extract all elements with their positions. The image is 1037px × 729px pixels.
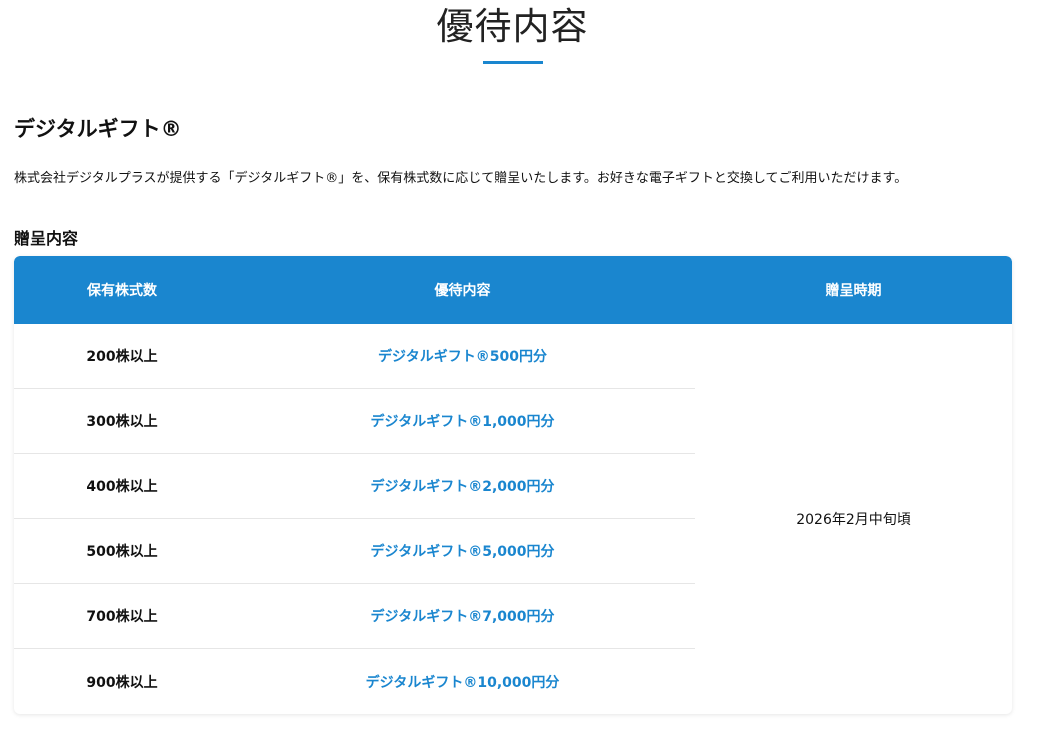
table-header: 保有株式数 優待内容 贈呈時期 [14, 256, 1012, 324]
table-row: 300株以上 デジタルギフト®1,000円分 [14, 389, 695, 454]
page-title: 優待内容 [436, 5, 589, 48]
benefit-cell: デジタルギフト®1,000円分 [370, 414, 555, 430]
shares-cell: 400株以上 [86, 479, 158, 495]
shares-cell: 500株以上 [86, 544, 158, 560]
title-underline [483, 61, 543, 64]
header-shares: 保有株式数 [87, 283, 157, 299]
benefit-cell: デジタルギフト®5,000円分 [370, 544, 555, 560]
timing-cell: 2026年2月中旬頃 [796, 512, 911, 528]
benefit-cell: デジタルギフト®10,000円分 [365, 674, 560, 691]
header-benefit: 優待内容 [434, 283, 491, 299]
benefit-table-title: 贈呈内容 [14, 229, 79, 248]
table-row: 500株以上 デジタルギフト®5,000円分 [14, 519, 695, 584]
shares-cell: 700株以上 [86, 609, 158, 625]
section-description: 株式会社デジタルプラスが提供する「デジタルギフト®」を、保有株式数に応じて贈呈い… [14, 171, 908, 186]
table-row: 400株以上 デジタルギフト®2,000円分 [14, 454, 695, 519]
benefit-cell: デジタルギフト®500円分 [378, 349, 547, 365]
table-row: 900株以上 デジタルギフト®10,000円分 [14, 649, 695, 714]
table-row: 200株以上 デジタルギフト®500円分 [14, 324, 695, 389]
shares-cell: 200株以上 [86, 349, 158, 365]
header-timing: 贈呈時期 [825, 283, 882, 299]
benefit-cell: デジタルギフト®2,000円分 [370, 479, 555, 495]
shares-cell: 900株以上 [86, 674, 158, 691]
shares-cell: 300株以上 [86, 414, 158, 430]
benefit-table: 保有株式数 優待内容 贈呈時期 200株以上 デジタルギフト®500円分 300… [14, 256, 1012, 714]
benefit-cell: デジタルギフト®7,000円分 [370, 609, 555, 625]
table-row: 700株以上 デジタルギフト®7,000円分 [14, 584, 695, 649]
table-body: 200株以上 デジタルギフト®500円分 300株以上 デジタルギフト®1,00… [14, 324, 695, 714]
section-title: デジタルギフト® [14, 117, 182, 141]
